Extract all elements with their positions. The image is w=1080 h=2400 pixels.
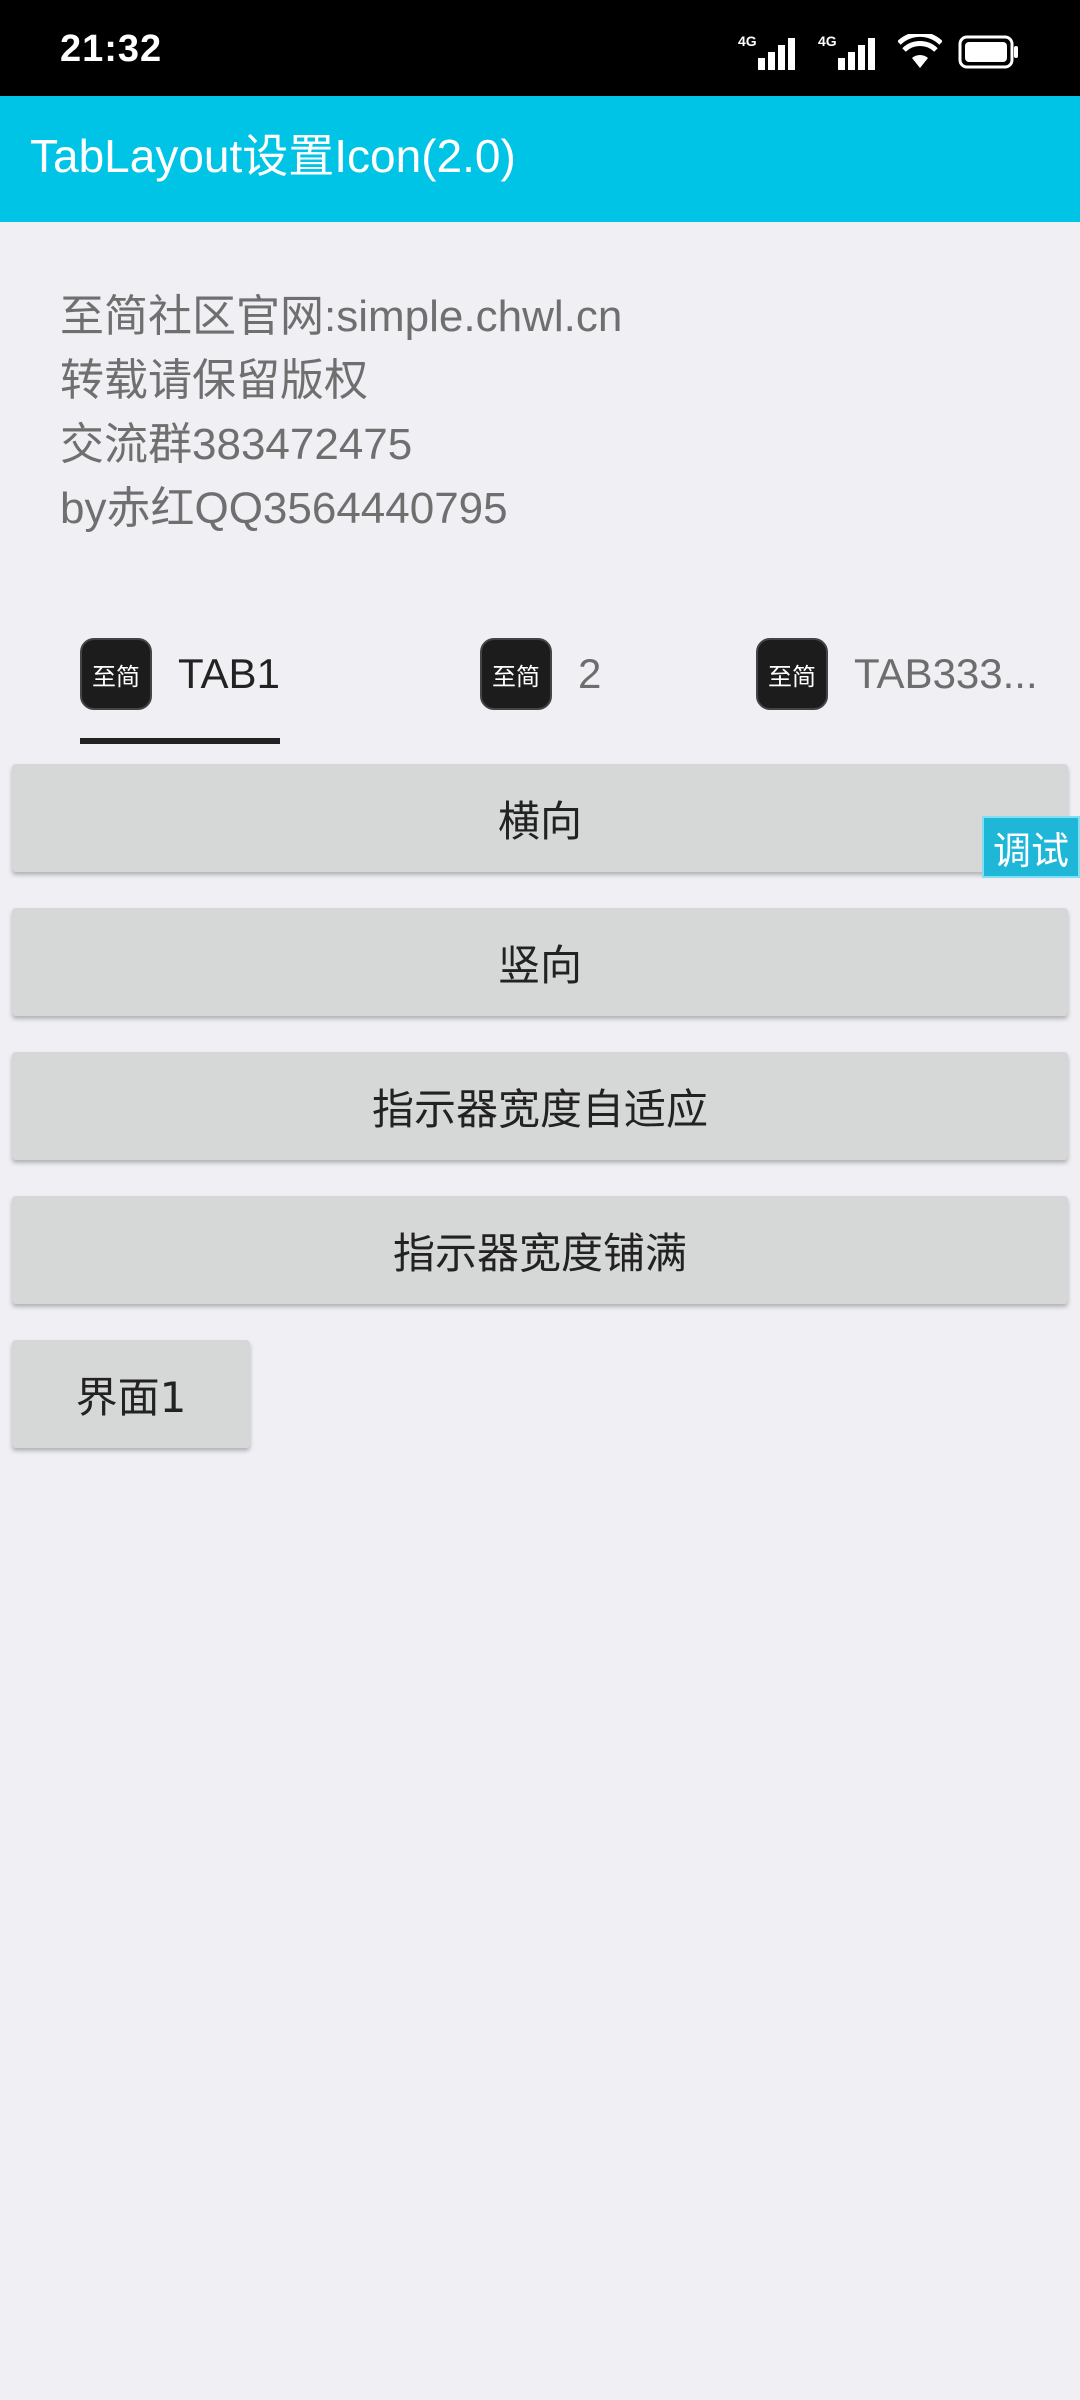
debug-badge[interactable]: 调试 (982, 816, 1080, 878)
tab-2[interactable]: 至简 2 (480, 636, 601, 712)
zhijian-logo-icon: 至简 (80, 638, 152, 710)
status-time: 21:32 (60, 28, 163, 70)
horizontal-button[interactable]: 横向 (12, 764, 1068, 872)
indicator-fill-width-button[interactable]: 指示器宽度铺满 (12, 1196, 1068, 1304)
info-line-author: by赤红QQ3564440795 (60, 484, 508, 533)
signal-label-2: 4G (818, 33, 837, 49)
tab-layout: 至简 TAB1 至简 2 至简 TAB333... (0, 610, 1080, 748)
wifi-icon (897, 31, 943, 74)
info-line-website: 至简社区官网:simple.chwl.cn (60, 292, 623, 341)
app-bar: TabLayout设置Icon(2.0) (0, 96, 1080, 222)
info-text-block: 至简社区官网:simple.chwl.cn 转载请保留版权 交流群3834724… (60, 285, 622, 541)
indicator-adaptive-width-button[interactable]: 指示器宽度自适应 (12, 1052, 1068, 1160)
tab-label: 2 (578, 650, 602, 697)
info-line-group: 交流群383472475 (60, 420, 413, 469)
cellular-signal-icon: 4G (738, 32, 802, 76)
tab-label: TAB1 (178, 650, 280, 697)
page-title: TabLayout设置Icon(2.0) (30, 130, 516, 182)
tab-label: TAB333... (854, 650, 1038, 697)
tab-1[interactable]: 至简 TAB1 (80, 636, 280, 712)
signal-label: 4G (738, 33, 757, 49)
battery-icon (958, 35, 1020, 73)
zhijian-logo-icon: 至简 (756, 638, 828, 710)
info-line-copyright: 转载请保留版权 (60, 356, 368, 405)
status-icons: 4G 4G (738, 31, 1020, 76)
page1-button[interactable]: 界面1 (12, 1340, 250, 1448)
cellular-signal-icon-2: 4G (818, 32, 882, 76)
tab-indicator (80, 738, 280, 744)
zhijian-logo-icon: 至简 (480, 638, 552, 710)
vertical-button[interactable]: 竖向 (12, 908, 1068, 1016)
tab-3[interactable]: 至简 TAB333... (756, 636, 1038, 712)
status-bar: 21:32 4G 4G (0, 0, 1080, 96)
